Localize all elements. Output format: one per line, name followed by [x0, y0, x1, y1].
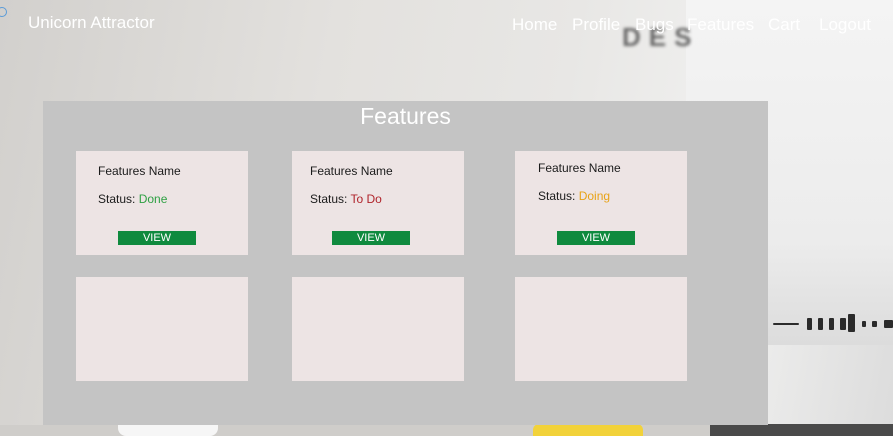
nav-cart[interactable]: Cart — [768, 15, 800, 35]
nav-profile[interactable]: Profile — [572, 15, 620, 35]
status-label: Status: — [98, 192, 136, 206]
feature-name: Features Name — [98, 164, 181, 178]
nav-features[interactable]: Features — [687, 15, 754, 35]
page-title: Features — [360, 103, 451, 129]
feature-status: Status: To Do — [310, 192, 382, 206]
feature-card-3: Features Name Status: Doing VIEW — [515, 151, 687, 255]
feature-card-empty-1 — [76, 277, 248, 381]
nav-bugs[interactable]: Bugs — [635, 15, 674, 35]
status-value: To Do — [350, 192, 382, 206]
features-panel: Features Features Name Status: Done VIEW… — [43, 101, 768, 425]
main-navigation: Home Profile Bugs Features Cart Logout — [0, 15, 893, 37]
background-monitor-ports — [770, 313, 893, 335]
feature-status: Status: Done — [98, 192, 167, 206]
feature-name: Features Name — [310, 164, 393, 178]
status-label: Status: — [310, 192, 348, 206]
nav-logout[interactable]: Logout — [819, 15, 871, 35]
feature-card-1: Features Name Status: Done VIEW — [76, 151, 248, 255]
status-value: Done — [138, 192, 168, 206]
feature-card-2: Features Name Status: To Do VIEW — [292, 151, 464, 255]
background-yellow-cup — [533, 424, 643, 436]
feature-name: Features Name — [538, 161, 621, 175]
feature-card-empty-2 — [292, 277, 464, 381]
feature-status: Status: Doing — [538, 189, 610, 203]
background-white-object — [118, 424, 218, 436]
view-button[interactable]: VIEW — [557, 231, 635, 245]
background-keyboard — [710, 424, 893, 436]
feature-card-empty-3 — [515, 277, 687, 381]
view-button[interactable]: VIEW — [118, 231, 196, 245]
status-value: Doing — [578, 189, 611, 203]
view-button[interactable]: VIEW — [332, 231, 410, 245]
status-label: Status: — [538, 189, 576, 203]
nav-home[interactable]: Home — [512, 15, 557, 35]
